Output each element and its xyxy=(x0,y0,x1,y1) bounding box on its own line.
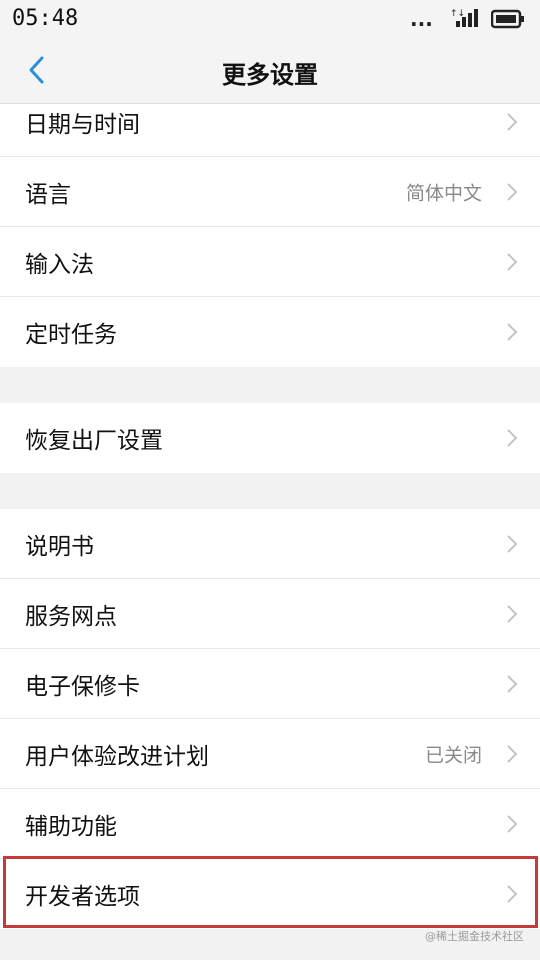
row-label: 服务网点 xyxy=(25,603,117,630)
chevron-right-icon xyxy=(507,814,518,833)
row-value: 已关闭 xyxy=(424,744,482,766)
row-language[interactable]: 语言 简体中文 xyxy=(0,157,540,227)
settings-group-general: 日期与时间 语言 简体中文 输入法 定时任务 xyxy=(0,104,540,367)
row-label: 说明书 xyxy=(25,533,94,560)
row-label: 辅助功能 xyxy=(25,813,117,840)
chevron-right-icon xyxy=(507,604,518,623)
row-warranty-card[interactable]: 电子保修卡 xyxy=(0,649,540,719)
row-manual[interactable]: 说明书 xyxy=(0,509,540,579)
status-bar: 05:48 ... ↑↓ xyxy=(0,0,540,38)
chevron-right-icon xyxy=(507,323,518,341)
row-factory-reset[interactable]: 恢复出厂设置 xyxy=(0,403,540,473)
row-input-method[interactable]: 输入法 xyxy=(0,227,540,297)
row-label: 开发者选项 xyxy=(25,884,140,910)
more-dots-icon: ... xyxy=(410,7,433,31)
settings-group-about: 说明书 服务网点 电子保修卡 用户体验改进计划 已关闭 辅助功能 开发者选项 xyxy=(0,509,540,929)
watermark: @稀土掘金技术社区 xyxy=(425,930,524,943)
row-label: 用户体验改进计划 xyxy=(25,743,209,770)
group-separator xyxy=(0,473,540,509)
settings-list[interactable]: 日期与时间 语言 简体中文 输入法 定时任务 恢复出厂设置 说明书 服务网点 电… xyxy=(0,104,540,960)
row-label: 电子保修卡 xyxy=(25,673,140,700)
status-time: 05:48 xyxy=(12,6,79,31)
row-label: 定时任务 xyxy=(25,322,117,348)
row-label: 恢复出厂设置 xyxy=(25,428,163,454)
row-accessibility[interactable]: 辅助功能 xyxy=(0,789,540,859)
chevron-right-icon xyxy=(507,429,518,447)
row-date-time[interactable]: 日期与时间 xyxy=(0,104,540,157)
page-title: 更多设置 xyxy=(222,61,318,89)
row-scheduled-tasks[interactable]: 定时任务 xyxy=(0,297,540,367)
row-label: 语言 xyxy=(25,181,71,208)
nav-bar: 更多设置 xyxy=(0,38,540,104)
signal-icon: ↑↓ xyxy=(450,9,478,27)
battery-icon xyxy=(491,9,524,29)
chevron-right-icon xyxy=(507,534,518,553)
chevron-right-icon xyxy=(507,182,518,201)
row-user-experience-program[interactable]: 用户体验改进计划 已关闭 xyxy=(0,719,540,789)
row-developer-options[interactable]: 开发者选项 xyxy=(0,859,540,929)
chevron-right-icon xyxy=(507,252,518,271)
row-label: 输入法 xyxy=(25,251,94,278)
chevron-right-icon xyxy=(507,744,518,763)
settings-group-reset: 恢复出厂设置 xyxy=(0,403,540,473)
row-value: 简体中文 xyxy=(405,182,482,204)
row-label: 日期与时间 xyxy=(25,111,140,138)
group-separator xyxy=(0,367,540,403)
row-service-points[interactable]: 服务网点 xyxy=(0,579,540,649)
chevron-right-icon xyxy=(507,885,518,903)
chevron-right-icon xyxy=(507,112,518,131)
chevron-right-icon xyxy=(507,674,518,693)
